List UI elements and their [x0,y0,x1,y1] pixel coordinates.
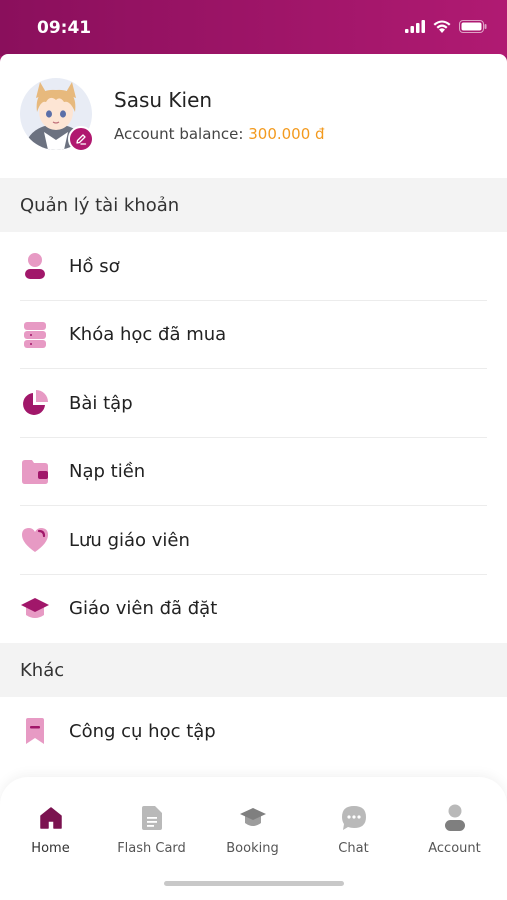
account-screen: Sasu Kien Account balance: 300.000 đ Quả… [0,54,507,900]
menu-item-label: Lưu giáo viên [69,529,190,551]
section-other-header: Khác [0,643,507,697]
wallet-icon [20,457,50,487]
menu-item-purchased-courses[interactable]: Khóa học đã mua [0,301,507,370]
bookmark-icon [20,716,50,746]
status-time: 09:41 [37,18,92,38]
menu-item-label: Giáo viên đã đặt [69,598,218,620]
menu-item-label: Hồ sơ [69,255,120,277]
tab-label: Flash Card [117,841,186,856]
person-icon [443,803,467,833]
tab-label: Account [428,841,481,856]
graduation-cap-icon [239,803,267,833]
balance-value: 300.000 đ [248,125,325,143]
tab-label: Booking [226,841,279,856]
menu-item-profile[interactable]: Hồ sơ [0,232,507,301]
tab-home[interactable]: Home [0,803,101,859]
person-icon [20,251,50,281]
tab-booking[interactable]: Booking [202,803,303,859]
pencil-icon [76,134,87,145]
bottom-tab-bar: Home Flash Card Booking Chat Account [0,777,507,900]
home-icon [39,803,63,833]
heart-icon [20,525,50,555]
tab-flash-card[interactable]: Flash Card [101,803,202,859]
pie-chart-icon [20,388,50,418]
avatar[interactable] [20,78,94,152]
menu-item-label: Công cụ học tập [69,720,216,742]
menu-item-label: Nạp tiền [69,461,146,483]
tab-account[interactable]: Account [404,803,505,859]
menu-item-top-up[interactable]: Nạp tiền [0,438,507,507]
signal-icon [405,20,425,33]
tab-chat[interactable]: Chat [303,803,404,859]
profile-name: Sasu Kien [114,88,213,112]
balance-label: Account balance: [114,125,244,143]
menu-item-label: Bài tập [69,392,133,414]
menu-item-booked-teachers[interactable]: Giáo viên đã đặt [0,575,507,644]
wifi-icon [433,20,451,33]
battery-icon [459,20,487,33]
menu-item-saved-teachers[interactable]: Lưu giáo viên [0,506,507,575]
profile-card[interactable]: Sasu Kien Account balance: 300.000 đ [0,54,507,178]
graduation-cap-icon [20,594,50,624]
menu-item-study-tools[interactable]: Công cụ học tập [0,697,507,766]
course-stack-icon [20,320,50,350]
status-bar: 09:41 [0,0,507,56]
account-balance: Account balance: 300.000 đ [114,125,325,143]
document-icon [141,803,163,833]
chat-icon [341,803,367,833]
menu-item-label: Khóa học đã mua [69,324,227,346]
section-account-header: Quản lý tài khoản [0,178,507,232]
menu-item-exercises[interactable]: Bài tập [0,369,507,438]
edit-avatar-button[interactable] [68,126,94,152]
tab-label: Home [31,841,70,856]
status-icons [405,20,487,33]
home-indicator [164,881,344,886]
tab-label: Chat [338,841,369,856]
